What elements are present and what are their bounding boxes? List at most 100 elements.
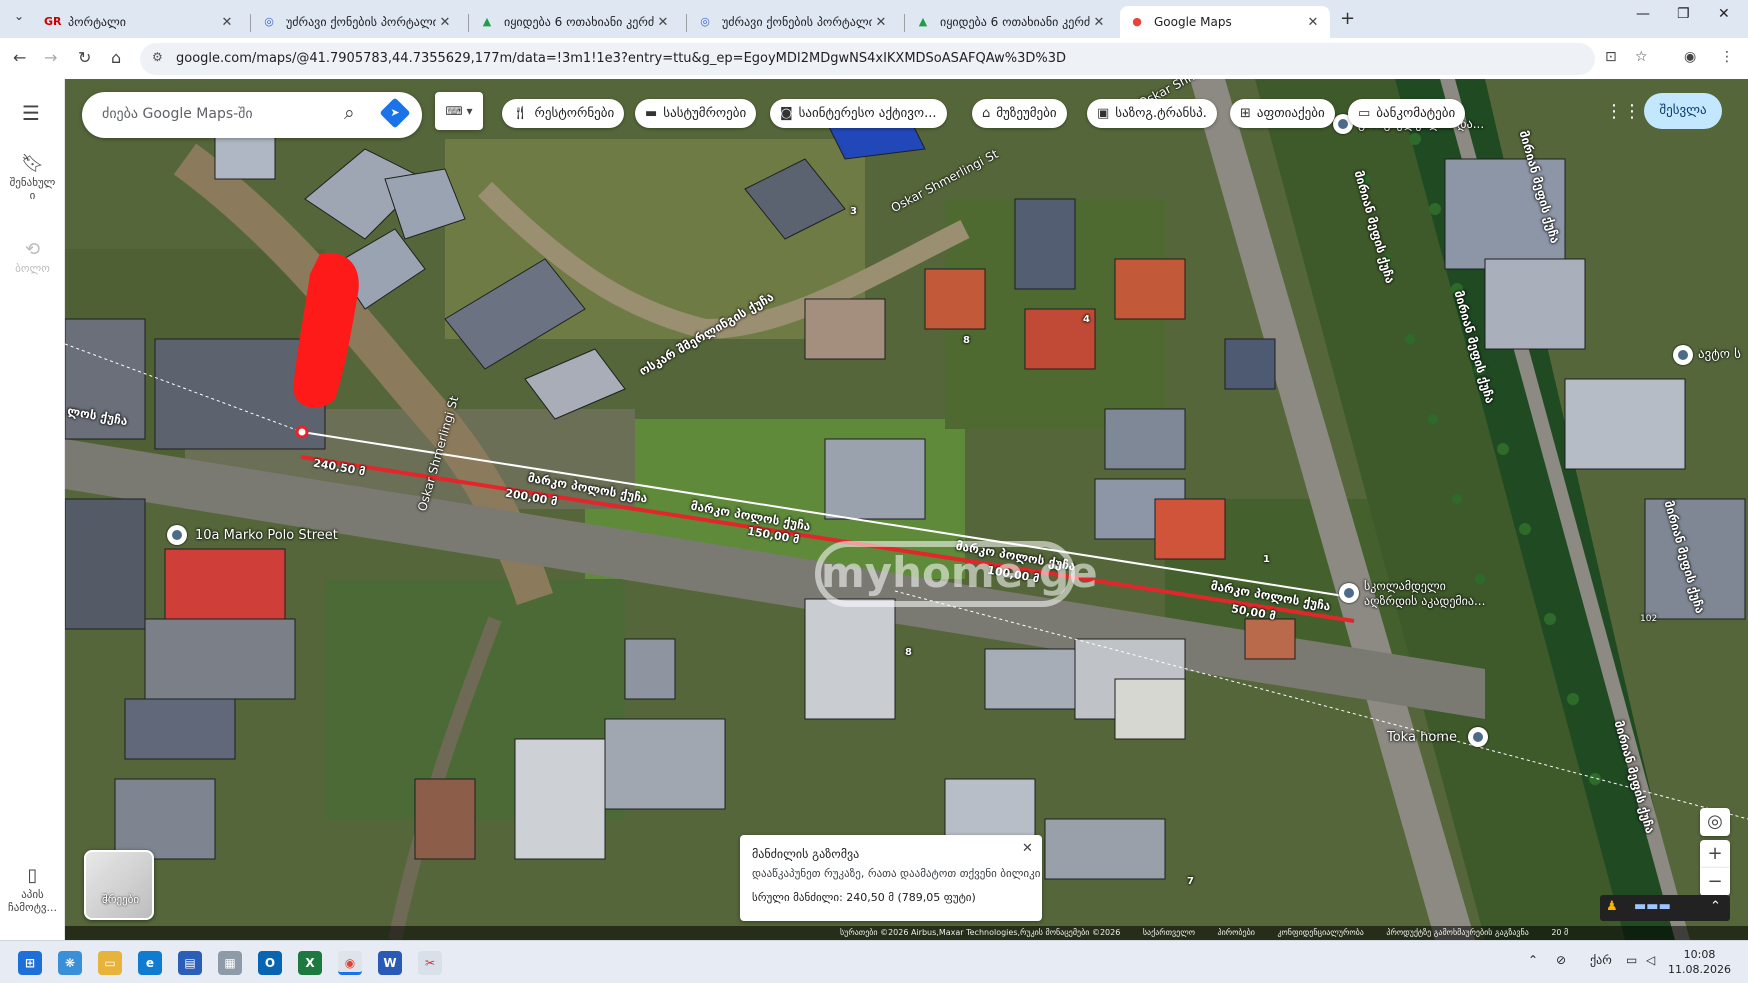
chip-pharmacies[interactable]: ⊞ აფთიაქები [1230, 99, 1335, 128]
house-number: 8 [963, 335, 970, 346]
bookmark-icon: 🔖︎ [21, 153, 44, 174]
tray-overflow-icon[interactable]: ⌃ [1528, 953, 1538, 967]
attribution-feedback[interactable]: პროდუქტზე გამოხმაურების გაგზავნა [1386, 928, 1528, 937]
bus-icon: ▣ [1097, 106, 1110, 121]
house-number: 7 [1187, 876, 1194, 887]
expand-icon[interactable]: ⌃ [1710, 899, 1721, 914]
tab-title: პორტალი [68, 15, 127, 29]
reload-icon[interactable]: ↻ [78, 48, 91, 67]
hamburger-menu-icon[interactable]: ☰ [22, 101, 40, 125]
phone-icon: ▯ [27, 865, 38, 886]
windows-start-icon[interactable]: ⊞ [18, 951, 42, 975]
system-clock[interactable]: 10:08 11.08.2026 [1668, 947, 1731, 977]
close-tab-icon[interactable]: ✕ [654, 15, 672, 30]
word-icon[interactable]: W [378, 951, 402, 975]
volume-icon[interactable]: ◁ [1646, 953, 1655, 967]
clock-time: 10:08 [1683, 948, 1716, 961]
satellite-map[interactable]: ლოს ქუჩა მარკო პოლოს ქუჩა მარკო პოლოს ქუ… [65, 79, 1748, 940]
profile-icon[interactable]: ◉ [1684, 49, 1696, 65]
chrome-icon[interactable]: ◉ [338, 951, 362, 975]
widgets-icon[interactable]: ❋ [58, 951, 82, 975]
directions-icon[interactable]: ➤ [379, 97, 411, 129]
tab-2[interactable]: ◎ უძრავი ქონების პორტალი ✕ [252, 6, 462, 38]
close-tab-icon[interactable]: ✕ [1090, 15, 1108, 30]
place-pin-icon[interactable] [1673, 345, 1693, 365]
chip-attractions[interactable]: ◙ საინტერესო აქტივო... [770, 99, 947, 128]
street-view-bar[interactable]: ♟ ▬▬▬ ⌃ [1600, 895, 1730, 921]
chip-atms[interactable]: ▭ ბანკომატები [1348, 99, 1466, 128]
new-tab-button[interactable]: + [1340, 8, 1355, 29]
measure-title: მანძილის გაზომვა [752, 847, 860, 861]
measure-total: სრული მანძილი: 240,50 მ (789,05 ფუტი) [752, 891, 976, 904]
store-icon[interactable]: ▤ [178, 951, 202, 975]
place-pin-icon[interactable] [167, 525, 187, 545]
place-pin-icon[interactable] [1468, 727, 1488, 747]
excel-icon[interactable]: X [298, 951, 322, 975]
chip-museums[interactable]: ⌂ მუზეუმები [972, 99, 1067, 128]
poi-label-auto[interactable]: ავტო ს [1698, 347, 1741, 362]
tab-5[interactable]: ▲ იყიდება 6 ოთახიანი კერძ ✕ [906, 6, 1116, 38]
measure-hint: დააწკაპუნეთ რუკაზე, რათა დაამატოთ თქვენი… [752, 867, 1041, 880]
chip-restaurants[interactable]: 🍴︎ რესტორნები [502, 99, 625, 128]
chip-hotels[interactable]: ▬ სასტუმროები [635, 99, 757, 128]
maps-search-box[interactable]: ძიება Google Maps-ში ⌕ ➤ [82, 92, 422, 138]
back-icon[interactable]: ← [13, 48, 26, 67]
file-explorer-icon[interactable]: ▭ [98, 951, 122, 975]
layers-button[interactable]: ◈ შრეები [84, 850, 154, 920]
close-window-icon[interactable]: ✕ [1718, 6, 1730, 22]
tab-3[interactable]: ▲ იყიდება 6 ოთახიანი კერძ ✕ [470, 6, 680, 38]
saved-button[interactable]: 🔖︎ შენახულ ი [0, 153, 65, 202]
restore-icon[interactable]: ❐ [1677, 6, 1690, 22]
maps-side-rail: ☰ 🔖︎ შენახულ ი ⟲ ბოლო ▯ აპის ჩამოტვ... [0, 79, 65, 940]
recent-label: ბოლო [15, 262, 50, 275]
poi-label-marko-polo[interactable]: 10a Marko Polo Street [195, 528, 338, 543]
tab-1[interactable]: GR პორტალი ✕ [34, 6, 244, 38]
imagery-thumbnails-icon[interactable]: ▬▬▬ [1634, 899, 1671, 914]
home-icon[interactable]: ⌂ [111, 48, 121, 67]
forward-icon[interactable]: → [44, 48, 57, 67]
install-app-icon[interactable]: ⊡ [1605, 49, 1617, 65]
recent-button[interactable]: ⟲ ბოლო [0, 239, 65, 275]
myhome-watermark: myhome.ge [815, 541, 1098, 607]
school-pin-icon[interactable] [1339, 583, 1359, 603]
omnibox[interactable]: ⚙ google.com/maps/@41.7905783,44.7355629… [140, 43, 1648, 75]
close-tab-icon[interactable]: ✕ [436, 15, 454, 30]
zoom-in-button[interactable]: + [1700, 840, 1730, 868]
close-tab-icon[interactable]: ✕ [218, 15, 236, 30]
snipping-tool-icon[interactable]: ✂ [418, 951, 442, 975]
bookmark-star-icon[interactable]: ☆ [1635, 49, 1648, 65]
search-input[interactable]: ძიება Google Maps-ში [102, 106, 253, 122]
edge-icon[interactable]: e [138, 951, 162, 975]
chip-transit[interactable]: ▣ საზოგ.ტრანსპ. [1087, 99, 1217, 128]
poi-label-school[interactable]: სკოლამდელი აღზრდის აკადემია... [1364, 579, 1485, 609]
poi-label-toka-home[interactable]: Toka home [1387, 730, 1457, 745]
scale-label[interactable]: 20 მ [1551, 928, 1568, 937]
more-menu-icon[interactable]: ⋮ [1720, 49, 1734, 65]
app-icon[interactable]: ▦ [218, 951, 242, 975]
attribution-country[interactable]: საქართველო [1143, 928, 1195, 937]
pegman-icon[interactable]: ♟ [1606, 899, 1618, 914]
site-info-icon[interactable]: ⚙ [152, 50, 163, 64]
close-icon[interactable]: ✕ [1022, 841, 1033, 856]
input-tools-button[interactable]: ⌨ ▾ [435, 92, 483, 130]
sign-in-button[interactable]: შესვლა [1644, 93, 1722, 129]
tab-4[interactable]: ◎ უძრავი ქონების პორტალი ✕ [688, 6, 898, 38]
minimize-icon[interactable]: — [1636, 6, 1650, 22]
language-indicator[interactable]: ქარ [1590, 953, 1612, 967]
tab-search-icon[interactable]: ⌄ [8, 9, 30, 29]
close-tab-icon[interactable]: ✕ [872, 15, 890, 30]
atm-icon: ▭ [1358, 106, 1371, 121]
display-icon[interactable]: ▭ [1626, 953, 1637, 967]
url-text[interactable]: google.com/maps/@41.7905783,44.7355629,1… [176, 51, 1066, 66]
attribution-terms[interactable]: პირობები [1218, 928, 1255, 937]
get-app-label: აპის ჩამოტვ... [7, 888, 58, 914]
attribution-privacy[interactable]: კონფიდენციალურობა [1277, 928, 1363, 937]
get-app-button[interactable]: ▯ აპის ჩამოტვ... [0, 865, 65, 914]
zoom-out-button[interactable]: − [1700, 868, 1730, 896]
tab-6-google-maps[interactable]: ● Google Maps ✕ [1120, 6, 1330, 38]
close-tab-icon[interactable]: ✕ [1304, 15, 1322, 30]
search-icon[interactable]: ⌕ [344, 102, 355, 124]
outlook-icon[interactable]: O [258, 951, 282, 975]
my-location-icon[interactable]: ◎ [1700, 808, 1730, 836]
network-icon[interactable]: ⊘ [1556, 953, 1566, 967]
